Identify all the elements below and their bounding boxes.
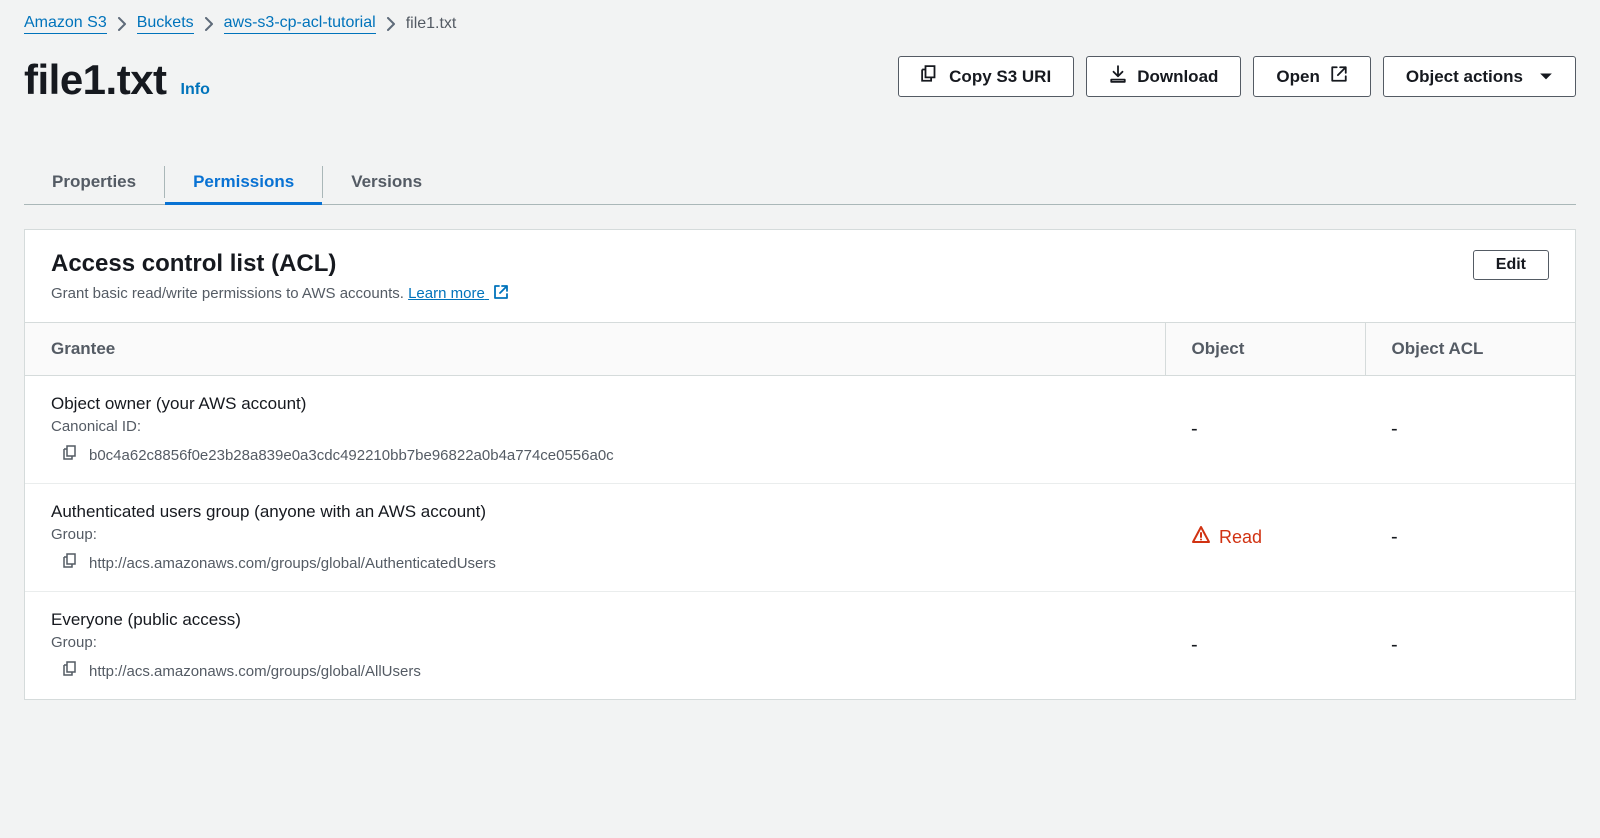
page-header: file1.txt Info Copy S3 URI Download Open <box>24 34 1576 104</box>
object-permission-read: Read <box>1191 525 1262 550</box>
breadcrumb-current: file1.txt <box>406 15 457 33</box>
copy-icon[interactable] <box>63 553 79 573</box>
tab-permissions[interactable]: Permissions <box>165 160 322 204</box>
action-bar: Copy S3 URI Download Open Object actions <box>898 56 1576 97</box>
download-icon <box>1109 65 1127 88</box>
acl-panel-header: Access control list (ACL) Grant basic re… <box>25 230 1575 322</box>
grantee-title: Authenticated users group (anyone with a… <box>51 502 1139 522</box>
column-object-acl: Object ACL <box>1365 323 1575 376</box>
caret-down-icon <box>1539 67 1553 87</box>
copy-s3-uri-button[interactable]: Copy S3 URI <box>898 56 1074 97</box>
grantee-sub: Canonical ID: <box>51 418 1139 435</box>
grantee-sub: Group: <box>51 634 1139 651</box>
object-acl-permission: - <box>1391 418 1398 440</box>
grantee-title: Everyone (public access) <box>51 610 1139 630</box>
tabs: Properties Permissions Versions <box>24 160 1576 205</box>
table-row: Object owner (your AWS account) Canonica… <box>25 376 1575 484</box>
grantee-title: Object owner (your AWS account) <box>51 394 1139 414</box>
open-button[interactable]: Open <box>1253 56 1370 97</box>
edit-button[interactable]: Edit <box>1473 250 1549 280</box>
object-permission: - <box>1191 634 1198 656</box>
tab-properties[interactable]: Properties <box>24 160 164 204</box>
info-link[interactable]: Info <box>181 81 210 99</box>
copy-icon[interactable] <box>63 445 79 465</box>
column-object: Object <box>1165 323 1365 376</box>
breadcrumb-link-bucket-name[interactable]: aws-s3-cp-acl-tutorial <box>224 14 376 34</box>
breadcrumb-link-buckets[interactable]: Buckets <box>137 14 194 34</box>
download-button[interactable]: Download <box>1086 56 1241 97</box>
object-acl-permission: - <box>1391 634 1398 656</box>
chevron-right-icon <box>117 17 127 31</box>
object-acl-permission: - <box>1391 526 1398 548</box>
acl-table: Grantee Object Object ACL Object owner (… <box>25 322 1575 699</box>
copy-icon[interactable] <box>63 661 79 681</box>
acl-panel-desc: Grant basic read/write permissions to AW… <box>51 285 404 302</box>
copy-icon <box>921 65 939 88</box>
warning-icon <box>1191 525 1211 550</box>
chevron-right-icon <box>204 17 214 31</box>
table-row: Everyone (public access) Group: http://a… <box>25 592 1575 700</box>
acl-panel-title: Access control list (ACL) <box>51 250 509 278</box>
external-link-icon <box>493 284 509 304</box>
breadcrumb: Amazon S3 Buckets aws-s3-cp-acl-tutorial… <box>24 0 1576 34</box>
acl-panel: Access control list (ACL) Grant basic re… <box>24 229 1576 700</box>
column-grantee: Grantee <box>25 323 1165 376</box>
open-label: Open <box>1276 67 1319 87</box>
grantee-value: http://acs.amazonaws.com/groups/global/A… <box>89 555 496 572</box>
table-row: Authenticated users group (anyone with a… <box>25 484 1575 592</box>
grantee-value: b0c4a62c8856f0e23b28a839e0a3cdc492210bb7… <box>89 447 614 464</box>
learn-more-link[interactable]: Learn more <box>408 285 509 302</box>
grantee-sub: Group: <box>51 526 1139 543</box>
page-root: Amazon S3 Buckets aws-s3-cp-acl-tutorial… <box>0 0 1600 728</box>
object-permission: - <box>1191 418 1198 440</box>
external-link-icon <box>1330 65 1348 88</box>
breadcrumb-link-s3[interactable]: Amazon S3 <box>24 14 107 34</box>
grantee-value: http://acs.amazonaws.com/groups/global/A… <box>89 663 421 680</box>
chevron-right-icon <box>386 17 396 31</box>
object-actions-label: Object actions <box>1406 67 1523 87</box>
object-actions-button[interactable]: Object actions <box>1383 56 1576 97</box>
tab-versions[interactable]: Versions <box>323 160 450 204</box>
page-title: file1.txt <box>24 56 167 104</box>
copy-s3-uri-label: Copy S3 URI <box>949 67 1051 87</box>
download-label: Download <box>1137 67 1218 87</box>
